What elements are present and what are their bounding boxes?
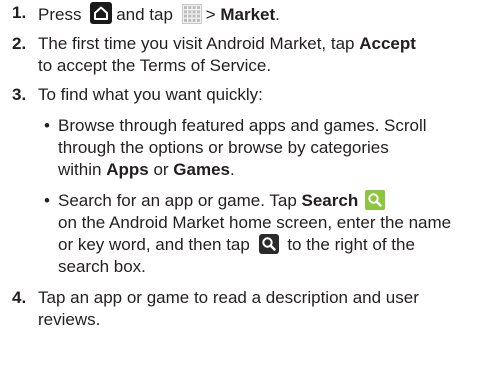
period: .: [230, 160, 235, 179]
search-label: Search: [301, 191, 359, 210]
bullet-line: on the Android Market home screen, enter…: [58, 213, 452, 232]
step-text: To find what you want quickly:: [38, 85, 263, 104]
bullet-text: or: [153, 160, 169, 179]
home-icon: [90, 2, 113, 24]
instructions-page: 1. Press and tap > Market. 2. The first …: [0, 0, 484, 386]
step-text: and tap: [116, 5, 173, 24]
step-number: 1.: [12, 3, 27, 22]
market-label: Market: [220, 5, 276, 24]
search-icon: [364, 190, 385, 210]
accept-label: Accept: [359, 34, 416, 53]
search-icon: [258, 234, 279, 254]
step-text: Press: [38, 5, 82, 24]
bullet-dot: •: [44, 116, 50, 135]
step-line: to accept the Terms of Service.: [38, 55, 476, 77]
bullet-text: Search for an app or game. Tap: [58, 191, 297, 210]
period: .: [275, 5, 280, 24]
step-line: Tap an app or game to read a description…: [38, 288, 419, 307]
step-line: The first time you visit Android Market,…: [38, 33, 476, 55]
step-text: to accept the Terms of Service.: [38, 56, 272, 75]
bullet-text: to the right of the: [287, 235, 415, 254]
arrow-text: >: [205, 5, 216, 24]
bullet-item: • Browse through featured apps and games…: [44, 115, 476, 181]
step-1: 1. Press and tap > Market.: [12, 2, 476, 26]
bullet-line: within Apps or Games.: [58, 159, 476, 181]
bullet-text: within: [58, 160, 102, 179]
bullet-list: • Browse through featured apps and games…: [38, 115, 476, 278]
step-2: 2. The first time you visit Android Mark…: [12, 33, 476, 77]
step-4: 4. Tap an app or game to read a descript…: [12, 287, 476, 331]
step-line: reviews.: [38, 310, 101, 329]
bullet-line: search box.: [58, 257, 146, 276]
bullet-line: Search for an app or game. Tap Search: [58, 190, 476, 212]
bullet-dot: •: [44, 191, 50, 210]
apps-grid-icon: [181, 4, 202, 24]
bullet-line: through the options or browse by categor…: [58, 138, 389, 157]
step-number: 4.: [12, 288, 27, 307]
games-label: Games: [173, 160, 230, 179]
bullet-item: • Search for an app or game. Tap Search …: [44, 190, 476, 278]
bullet-text: or key word, and then tap: [58, 235, 250, 254]
apps-label: Apps: [106, 160, 149, 179]
step-3: 3. To find what you want quickly: • Brow…: [12, 84, 476, 278]
step-number: 3.: [12, 85, 27, 104]
bullet-line: or key word, and then tap to the right o…: [58, 234, 476, 256]
bullet-line: Browse through featured apps and games. …: [58, 116, 427, 135]
step-number: 2.: [12, 34, 27, 53]
step-text: The first time you visit Android Market,…: [38, 34, 355, 53]
